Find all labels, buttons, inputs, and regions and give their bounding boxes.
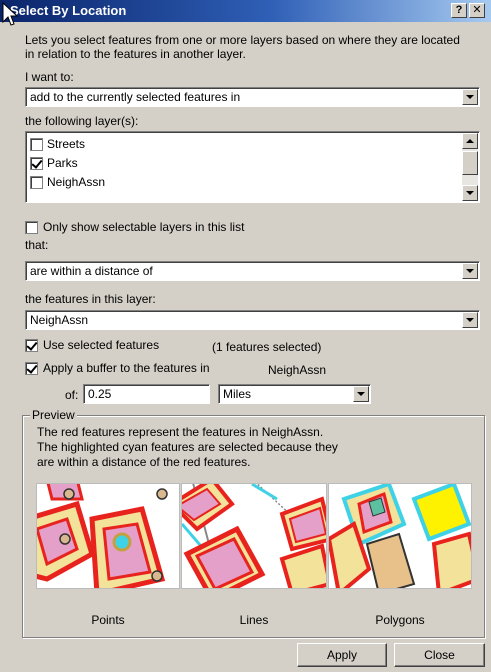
layer-checkbox-neighassn[interactable] [30,175,43,189]
points-caption: Points [91,613,125,627]
buffer-of-label: of: [65,388,79,402]
use-selected-checkbox[interactable] [25,338,38,352]
layer-label: Parks [47,156,78,170]
chevron-down-icon[interactable] [462,312,478,328]
layer-checkbox-streets[interactable] [30,137,43,151]
close-button[interactable]: Close [394,643,485,667]
points-preview-image [36,483,180,589]
selection-method-value: add to the currently selected features i… [30,90,241,104]
preview-text-3: are within a distance of the red feature… [37,455,251,469]
chevron-down-icon[interactable] [353,386,369,402]
scroll-up-button[interactable] [462,133,478,149]
buffer-layer-name: NeighAssn [268,363,327,377]
scroll-thumb[interactable] [462,151,478,175]
lines-caption: Lines [239,613,269,627]
source-layer-dropdown[interactable]: NeighAssn [25,310,480,330]
scroll-down-button[interactable] [462,185,478,201]
chevron-down-icon[interactable] [462,89,478,105]
chevron-down-icon [466,191,474,195]
target-layers-list[interactable]: Streets Parks NeighAssn [25,131,480,203]
only-selectable-option[interactable]: Only show selectable layers in this list [25,220,244,234]
mouse-pointer-icon [2,2,19,26]
layer-checkbox-parks[interactable] [30,156,43,170]
spatial-method-dropdown[interactable]: are within a distance of [25,261,480,281]
source-layer-value: NeighAssn [30,313,89,327]
chevron-down-icon[interactable] [462,263,478,279]
selection-method-dropdown[interactable]: add to the currently selected features i… [25,87,480,107]
apply-buffer-label: Apply a buffer to the features in [43,361,210,375]
polygons-preview-image [328,483,472,589]
use-selected-option[interactable]: Use selected features [25,338,159,352]
layer-item-streets[interactable]: Streets [30,135,85,153]
buffer-units-value: Miles [223,387,252,401]
use-selected-label: Use selected features [43,338,160,352]
lines-preview-image [181,483,327,589]
intro-line-1: Lets you select features from one or mor… [25,33,460,47]
window-title: Select By Location [10,3,127,18]
i-want-to-label: I want to: [25,70,74,84]
layer-label: Streets [47,137,86,151]
layer-item-neighassn[interactable]: NeighAssn [30,173,105,191]
buffer-distance-value: 0.25 [88,387,112,401]
preview-text-1: The red features represent the features … [37,425,324,439]
that-label: that: [25,238,49,252]
preview-text-2: The highlighted cyan features are select… [37,440,338,454]
target-layers-label: the following layer(s): [25,114,139,128]
close-window-button[interactable]: ✕ [469,3,485,18]
title-bar[interactable]: Select By Location ? ✕ [0,0,491,22]
layers-scrollbar[interactable] [462,133,478,201]
layer-label: NeighAssn [47,175,106,189]
source-layer-label: the features in this layer: [25,292,156,306]
only-selectable-checkbox[interactable] [25,220,38,234]
buffer-units-dropdown[interactable]: Miles [218,384,371,404]
apply-buffer-option[interactable]: Apply a buffer to the features in [25,361,210,375]
only-selectable-label: Only show selectable layers in this list [43,220,245,234]
preview-legend: Preview [30,408,77,422]
layer-item-parks[interactable]: Parks [30,154,78,172]
help-button[interactable]: ? [451,3,467,18]
selected-count: (1 features selected) [212,340,322,354]
chevron-up-icon [466,139,474,143]
apply-button[interactable]: Apply [297,643,387,667]
apply-buffer-checkbox[interactable] [25,361,38,375]
buffer-distance-input[interactable]: 0.25 [83,384,210,404]
intro-line-2: in relation to the features in another l… [25,47,246,61]
spatial-method-value: are within a distance of [30,264,153,278]
polygons-caption: Polygons [375,613,425,627]
